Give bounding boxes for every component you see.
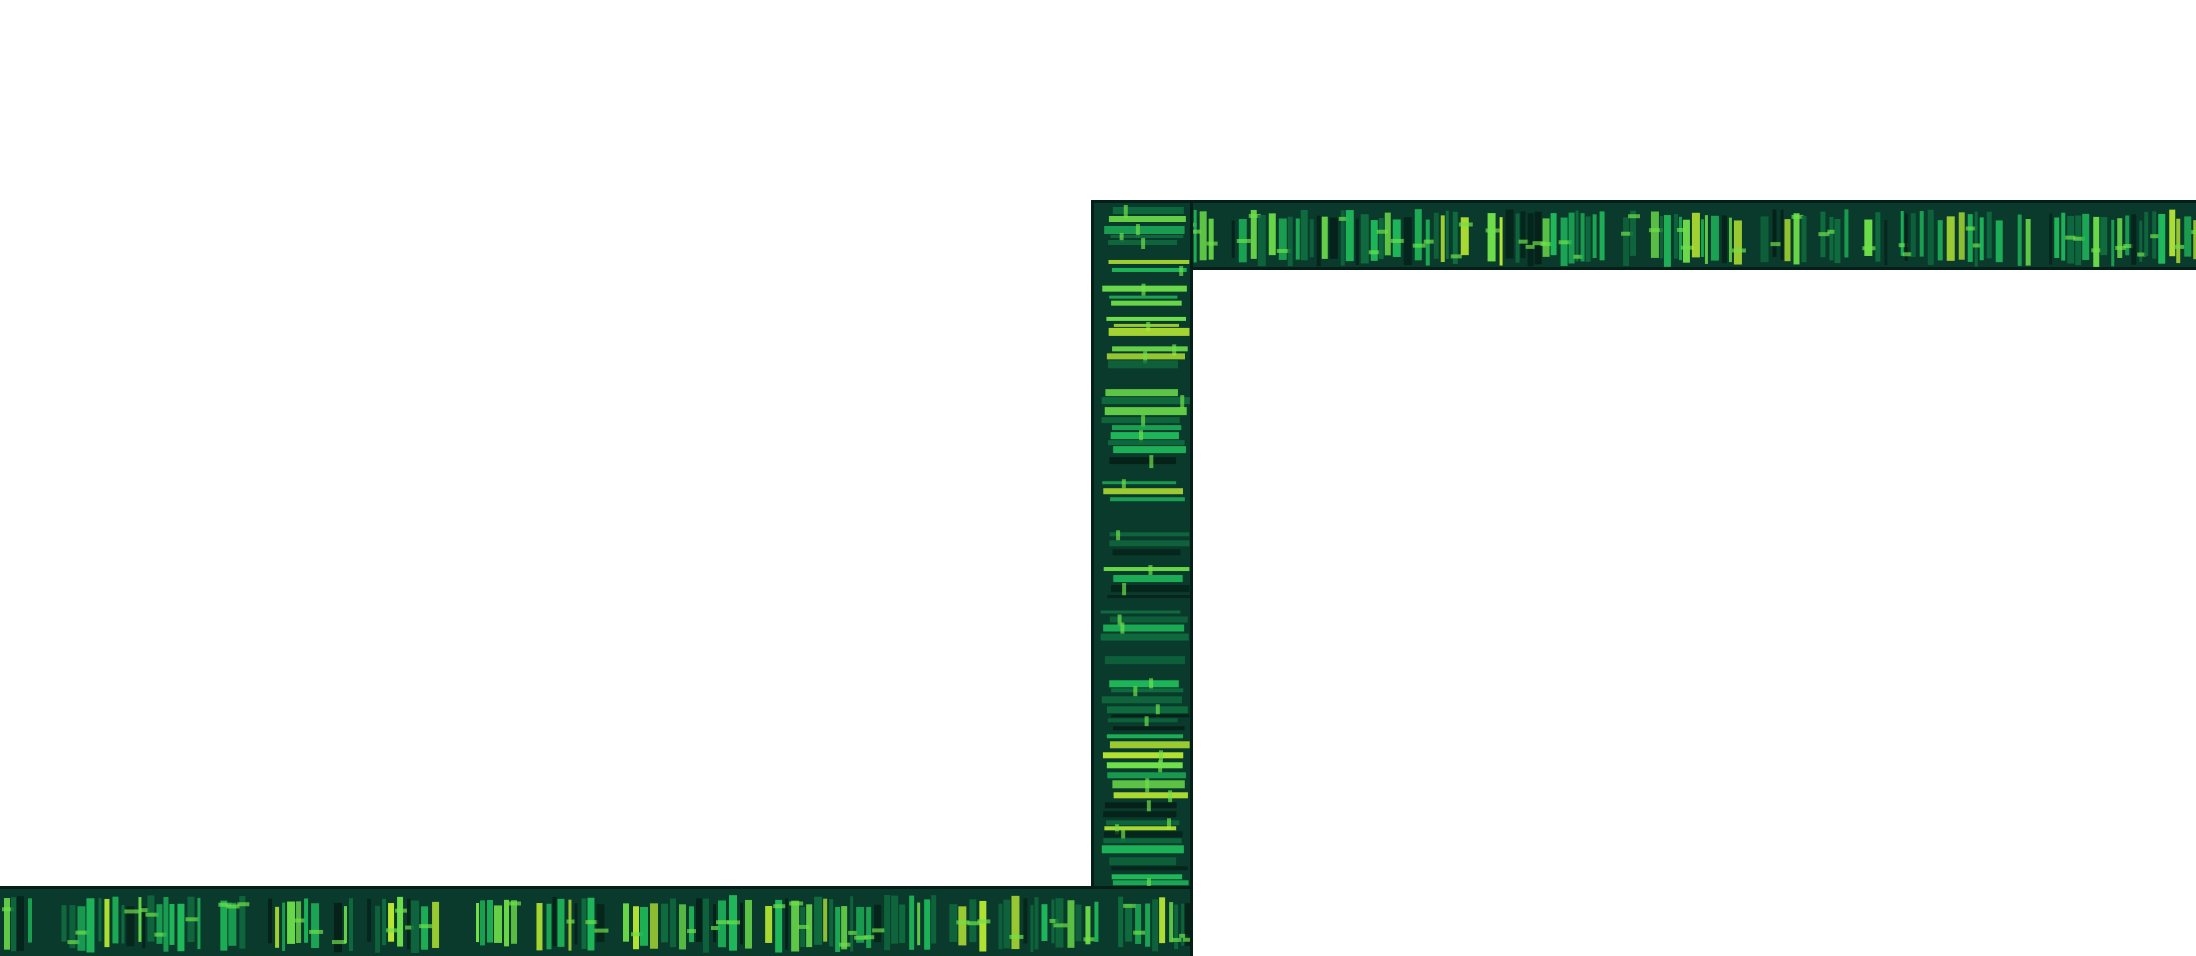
vertical-pattern-band (1091, 200, 1193, 956)
canvas (0, 0, 2196, 956)
bottom-band-texture (0, 889, 1190, 956)
top-band-texture (1094, 203, 2196, 267)
bottom-pattern-band (0, 886, 1193, 956)
top-pattern-band (1091, 200, 2196, 270)
vertical-band-texture (1094, 203, 1190, 956)
